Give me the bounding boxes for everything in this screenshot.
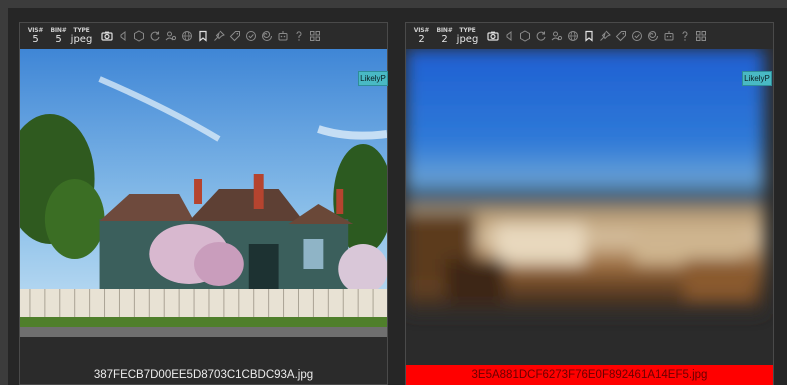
camera-icon[interactable] xyxy=(99,28,115,44)
bin-count: BIN# 2 xyxy=(433,27,456,45)
grid-icon[interactable] xyxy=(693,28,709,44)
check-circle-icon[interactable] xyxy=(629,28,645,44)
classification-badge: LikelyP xyxy=(742,71,772,86)
bin-count: BIN# 5 xyxy=(47,27,70,45)
bookmark-icon[interactable] xyxy=(581,28,597,44)
bin-value: 5 xyxy=(55,34,62,45)
hexagon-icon[interactable] xyxy=(517,28,533,44)
classification-badge: LikelyP xyxy=(358,71,388,86)
speaker-icon[interactable] xyxy=(115,28,131,44)
vis-value: 5 xyxy=(32,34,39,45)
spiral-icon[interactable] xyxy=(259,28,275,44)
vis-label: VIS# xyxy=(27,27,44,34)
toolbar-icons xyxy=(485,28,709,44)
help-icon[interactable] xyxy=(677,28,693,44)
globe-icon[interactable] xyxy=(565,28,581,44)
globe-icon[interactable] xyxy=(179,28,195,44)
user-settings-icon[interactable] xyxy=(163,28,179,44)
bin-label: BIN# xyxy=(436,27,453,34)
camera-icon[interactable] xyxy=(485,28,501,44)
tag-icon[interactable] xyxy=(227,28,243,44)
card-toolbar: VIS# 2 BIN# 2 TYPE jpeg xyxy=(406,23,773,49)
image-card[interactable]: VIS# 2 BIN# 2 TYPE jpeg LikelyP 3E5A881D… xyxy=(405,22,774,385)
refresh-icon[interactable] xyxy=(533,28,549,44)
bin-label: BIN# xyxy=(50,27,67,34)
type-value: jpeg xyxy=(456,34,479,45)
toolbar-icons xyxy=(99,28,323,44)
type-value: jpeg xyxy=(70,34,93,45)
refresh-icon[interactable] xyxy=(147,28,163,44)
filename-label-flagged: 3E5A881DCF6273F76E0F892461A14EF5.jpg xyxy=(406,365,773,385)
image-thumbnail[interactable] xyxy=(20,49,387,337)
pin-icon[interactable] xyxy=(211,28,227,44)
vis-label: VIS# xyxy=(413,27,430,34)
file-type: TYPE jpeg xyxy=(70,27,93,45)
filename-label: 387FECB7D00EE5D8703C1CBDC93A.jpg xyxy=(93,369,314,381)
hexagon-icon[interactable] xyxy=(131,28,147,44)
pin-icon[interactable] xyxy=(597,28,613,44)
image-card[interactable]: VIS# 5 BIN# 5 TYPE jpeg LikelyP 387FECB7… xyxy=(19,22,388,385)
help-icon[interactable] xyxy=(291,28,307,44)
type-label: TYPE xyxy=(459,27,476,34)
check-circle-icon[interactable] xyxy=(243,28,259,44)
grid-icon[interactable] xyxy=(307,28,323,44)
spiral-icon[interactable] xyxy=(645,28,661,44)
speaker-icon[interactable] xyxy=(501,28,517,44)
image-thumbnail-blurred[interactable] xyxy=(406,49,773,337)
card-toolbar: VIS# 5 BIN# 5 TYPE jpeg xyxy=(20,23,387,49)
bookmark-icon[interactable] xyxy=(195,28,211,44)
type-label: TYPE xyxy=(73,27,90,34)
robot-icon[interactable] xyxy=(661,28,677,44)
vis-count: VIS# 5 xyxy=(24,27,47,45)
file-type: TYPE jpeg xyxy=(456,27,479,45)
vis-value: 2 xyxy=(418,34,425,45)
bin-value: 2 xyxy=(441,34,448,45)
gallery-panel: VIS# 5 BIN# 5 TYPE jpeg LikelyP 387FECB7… xyxy=(8,8,787,385)
tag-icon[interactable] xyxy=(613,28,629,44)
vis-count: VIS# 2 xyxy=(410,27,433,45)
robot-icon[interactable] xyxy=(275,28,291,44)
user-settings-icon[interactable] xyxy=(549,28,565,44)
